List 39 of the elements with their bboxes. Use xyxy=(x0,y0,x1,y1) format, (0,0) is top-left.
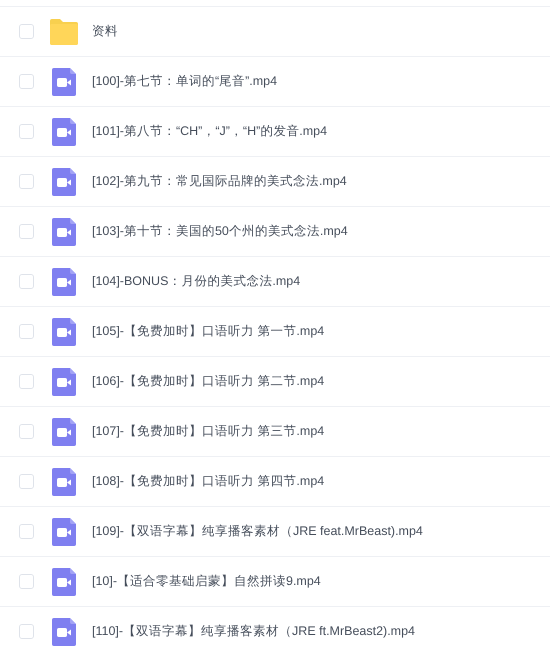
file-name[interactable]: [109]-【双语字幕】纯享播客素材（JRE feat.MrBeast).mp4 xyxy=(92,523,423,540)
checkbox[interactable] xyxy=(19,274,34,289)
video-file-icon xyxy=(52,518,76,546)
file-name[interactable]: [102]-第九节：常见国际品牌的美式念法.mp4 xyxy=(92,173,347,190)
folder-name[interactable]: 资料 xyxy=(92,23,118,40)
video-file-icon xyxy=(52,268,76,296)
checkbox[interactable] xyxy=(19,74,34,89)
file-name[interactable]: [103]-第十节：美国的50个州的美式念法.mp4 xyxy=(92,223,348,240)
checkbox[interactable] xyxy=(19,624,34,639)
checkbox[interactable] xyxy=(19,224,34,239)
checkbox[interactable] xyxy=(19,124,34,139)
file-name[interactable]: [106]-【免费加时】口语听力 第二节.mp4 xyxy=(92,373,324,390)
checkbox[interactable] xyxy=(19,574,34,589)
checkbox[interactable] xyxy=(19,474,34,489)
video-file-icon xyxy=(52,118,76,146)
file-name[interactable]: [110]-【双语字幕】纯享播客素材（JRE ft.MrBeast2).mp4 xyxy=(92,623,415,640)
file-name[interactable]: [108]-【免费加时】口语听力 第四节.mp4 xyxy=(92,473,324,490)
file-name[interactable]: [100]-第七节：单词的“尾音”.mp4 xyxy=(92,73,278,90)
file-name[interactable]: [101]-第八节：“CH”，“J”，“H”的发音.mp4 xyxy=(92,123,328,140)
video-file-icon xyxy=(52,318,76,346)
checkbox[interactable] xyxy=(19,374,34,389)
checkbox[interactable] xyxy=(19,324,34,339)
video-file-icon xyxy=(52,568,76,596)
checkbox[interactable] xyxy=(19,174,34,189)
video-file-icon xyxy=(52,218,76,246)
checkbox[interactable] xyxy=(19,424,34,439)
video-file-icon xyxy=(52,68,76,96)
video-file-icon xyxy=(52,168,76,196)
file-name[interactable]: [105]-【免费加时】口语听力 第一节.mp4 xyxy=(92,323,324,340)
video-file-icon xyxy=(52,468,76,496)
video-file-icon xyxy=(52,618,76,646)
file-name[interactable]: [104]-BONUS：月份的美式念法.mp4 xyxy=(92,273,300,290)
checkbox[interactable] xyxy=(19,24,34,39)
file-name[interactable]: [107]-【免费加时】口语听力 第三节.mp4 xyxy=(92,423,324,440)
video-file-icon xyxy=(52,418,76,446)
file-name[interactable]: [10]-【适合零基础启蒙】自然拼读9.mp4 xyxy=(92,573,321,590)
folder-icon xyxy=(50,18,78,44)
video-file-icon xyxy=(52,368,76,396)
checkbox[interactable] xyxy=(19,524,34,539)
